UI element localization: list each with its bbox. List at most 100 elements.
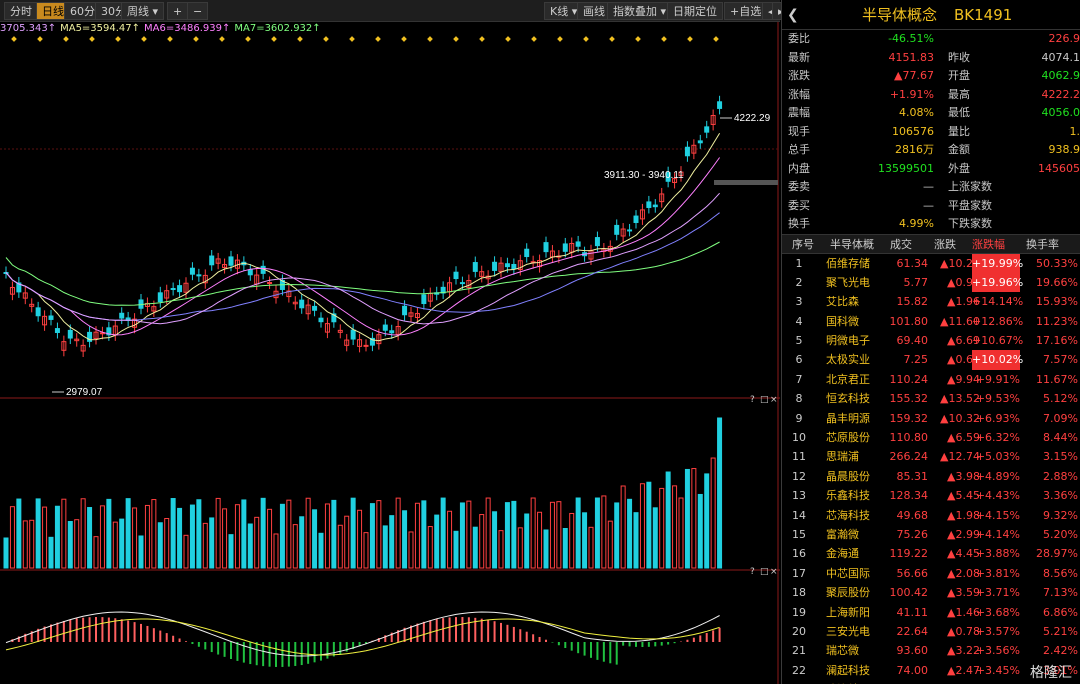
- quote-label: 震幅: [788, 106, 810, 119]
- volume-bar: [54, 505, 60, 569]
- volume-bar: [112, 521, 118, 569]
- volume-bar: [717, 417, 723, 569]
- stock-row[interactable]: 17 中芯国际 56.66 ▲2.08 +3.81% 8.56%: [782, 564, 1080, 583]
- stock-row[interactable]: 1 佰维存储 61.34 ▲10.22 +19.99% 50.33%: [782, 253, 1080, 273]
- candle-body: [267, 282, 273, 285]
- panel-button[interactable]: ×: [770, 567, 778, 577]
- panel-button[interactable]: ?: [750, 567, 755, 577]
- stock-row[interactable]: 4 国科微 101.80 ▲11.60 +12.86% 11.23%: [782, 312, 1080, 331]
- toolbar-item-10[interactable]: 日期定位: [667, 2, 723, 20]
- volume-bar: [331, 499, 337, 569]
- stock-name: 明微电子: [826, 334, 870, 348]
- stock-name: 佰维存储: [826, 256, 870, 270]
- stock-row[interactable]: 18 聚辰股份 100.42 ▲3.59 +3.71% 7.13%: [782, 583, 1080, 602]
- stock-row[interactable]: 10 芯原股份 110.80 ▲6.59 +6.32% 8.44%: [782, 428, 1080, 447]
- volume-bar: [9, 506, 15, 569]
- volume-bar: [498, 530, 504, 569]
- list-header-0[interactable]: 序号: [792, 235, 814, 255]
- stock-change-pct: +3.45%: [975, 663, 1020, 677]
- quote-label: 上涨家数: [948, 180, 992, 193]
- stock-price: 69.40: [896, 334, 929, 348]
- quote-row: 涨幅 +1.91% 最高 4222.2: [782, 86, 1080, 105]
- stock-turnover: 3.36%: [1043, 489, 1078, 503]
- candle-body: [119, 312, 125, 319]
- stock-change-pct: +3.88%: [975, 547, 1020, 561]
- quote-label: 委卖: [788, 180, 810, 193]
- quote-value: 226.9: [1048, 32, 1080, 45]
- volume-bar: [466, 500, 472, 569]
- row-index: 11: [792, 450, 806, 464]
- stock-turnover: 5.21%: [1043, 624, 1078, 638]
- stock-row[interactable]: 9 晶丰明源 159.32 ▲10.32 +6.93% 7.09%: [782, 409, 1080, 428]
- stock-price: 93.60: [896, 644, 929, 658]
- list-header-1[interactable]: 半导体概: [830, 235, 874, 255]
- stock-row[interactable]: 6 太极实业 7.25 ▲0.66 +10.02% 7.57%: [782, 350, 1080, 370]
- panel-button[interactable]: □: [760, 567, 769, 577]
- macd-dea-line: [5, 618, 720, 656]
- quote-value: 4056.0: [1041, 106, 1080, 119]
- stock-row[interactable]: 11 思瑞浦 266.24 ▲12.74 +5.03% 3.15%: [782, 447, 1080, 466]
- volume-bar: [241, 499, 247, 569]
- stock-price: 128.34: [889, 489, 929, 503]
- toolbar-item-9[interactable]: 指数叠加 ▾: [607, 2, 673, 20]
- event-marker: [583, 36, 589, 42]
- row-index: 9: [795, 411, 803, 425]
- list-header-3[interactable]: 涨跌: [934, 235, 956, 255]
- quote-value: ▲77.67: [894, 69, 934, 82]
- trading-app: { "toolbar":{ "items":[ {"label":"分时","a…: [0, 0, 1080, 684]
- list-header-2[interactable]: 成交: [890, 235, 912, 255]
- stock-row[interactable]: 19 上海新阳 41.11 ▲1.46 +3.68% 6.86%: [782, 603, 1080, 622]
- candle-body: [228, 256, 234, 266]
- volume-bar: [189, 504, 195, 569]
- volume-bar: [530, 497, 536, 569]
- stock-price: 11.58: [878, 680, 929, 684]
- quote-label: 内盘: [788, 161, 810, 175]
- event-marker: [557, 36, 563, 42]
- volume-bar: [119, 518, 125, 569]
- candle-body: [717, 101, 723, 109]
- stock-row[interactable]: 8 恒玄科技 155.32 ▲13.52 +9.53% 5.12%: [782, 389, 1080, 408]
- candle-body: [504, 263, 510, 268]
- list-header-4[interactable]: 涨跌幅: [972, 235, 1005, 255]
- stock-row[interactable]: 20 三安光电 22.64 ▲0.78 +3.57% 5.21%: [782, 622, 1080, 641]
- toolbar-item-5[interactable]: +: [167, 2, 189, 20]
- volume-bar: [74, 519, 80, 569]
- toolbar-item-4[interactable]: 周线 ▾: [121, 2, 165, 20]
- panel-button[interactable]: □: [760, 395, 769, 405]
- candle-body: [459, 282, 465, 285]
- volume-bar: [99, 505, 105, 569]
- candle-body: [48, 315, 54, 320]
- event-marker: [323, 36, 329, 42]
- stock-row[interactable]: 14 芯海科技 49.68 ▲1.98 +4.15% 9.32%: [782, 506, 1080, 525]
- event-marker: [687, 36, 693, 42]
- stock-row[interactable]: 5 明微电子 69.40 ▲6.69 +10.67% 17.16%: [782, 331, 1080, 350]
- row-index: 16: [792, 547, 806, 561]
- toolbar-item-6[interactable]: −: [187, 2, 209, 20]
- stock-row[interactable]: 2 聚飞光电 5.77 ▲0.96 +19.96% 19.66%: [782, 272, 1080, 293]
- stock-name: 乐鑫科技: [826, 489, 870, 503]
- stock-row[interactable]: 12 晶晨股份 85.31 ▲3.98 +4.89% 2.88%: [782, 467, 1080, 486]
- toolbar-item-0[interactable]: 分时: [4, 2, 38, 20]
- row-index: 6: [795, 353, 803, 367]
- panel-button[interactable]: ×: [770, 395, 778, 405]
- stock-turnover: 6.86%: [1043, 605, 1078, 619]
- stock-row[interactable]: 15 富瀚微 75.26 ▲2.99 +4.14% 5.20%: [782, 525, 1080, 544]
- panel-button[interactable]: ?: [750, 395, 755, 405]
- ma-line: [5, 212, 720, 321]
- collapse-icon[interactable]: ❮: [787, 0, 799, 30]
- volume-bar: [292, 524, 298, 569]
- stock-row[interactable]: 21 瑞芯微 93.60 ▲3.22 +3.56% 2.42%: [782, 641, 1080, 660]
- list-header-5[interactable]: 换手率: [1026, 235, 1059, 255]
- stock-row[interactable]: 7 北京君正 110.24 ▲9.94 +9.91% 11.67%: [782, 370, 1080, 389]
- kline-chart[interactable]: 4222.293911.30 - 3940.112979.07??□□××: [0, 22, 780, 684]
- stock-row[interactable]: 3 艾比森 15.82 ▲1.96 +14.14% 15.93%: [782, 292, 1080, 311]
- event-marker: [167, 36, 173, 42]
- stock-row[interactable]: 13 乐鑫科技 128.34 ▲5.45 +4.43% 3.36%: [782, 486, 1080, 505]
- candle-body: [170, 288, 176, 291]
- volume-bar: [22, 520, 28, 569]
- toolbar-item-8[interactable]: 画线: [577, 2, 611, 20]
- stock-row[interactable]: 16 金海通 119.22 ▲4.45 +3.88% 28.97%: [782, 544, 1080, 563]
- volume-bar: [582, 512, 588, 569]
- candle-body: [543, 242, 549, 253]
- volume-bar: [267, 508, 273, 569]
